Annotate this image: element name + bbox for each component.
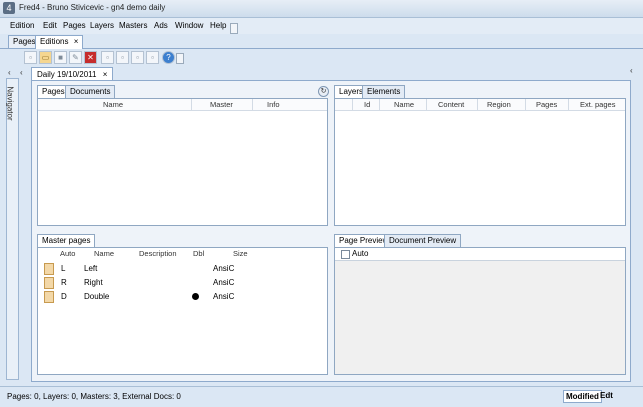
column-header[interactable]: Region xyxy=(487,100,511,109)
size-cell: AnsiC xyxy=(213,278,235,287)
master-pages-header: Auto Name Description Dbl Size xyxy=(38,248,327,259)
column-header[interactable]: Content xyxy=(438,100,464,109)
auto-cell: D xyxy=(61,292,67,301)
menu-bar: Edition Edit Pages Layers Masters Ads Wi… xyxy=(0,18,643,34)
copy-icon[interactable]: ▫ xyxy=(101,51,114,64)
column-header[interactable]: Dbl xyxy=(193,249,204,258)
edition-tab-label: Daily 19/10/2011 xyxy=(37,70,97,79)
layers-grid[interactable]: Id Name Content Region Pages Ext. pages xyxy=(334,98,626,226)
column-header[interactable]: Description xyxy=(139,249,177,258)
column-header[interactable]: Size xyxy=(233,249,248,258)
column-header[interactable]: Info xyxy=(267,100,280,109)
menu-grip-icon[interactable] xyxy=(230,23,238,34)
tab-document-preview[interactable]: Document Preview xyxy=(384,234,462,247)
master-page-icon xyxy=(44,277,54,289)
master-pages-grid[interactable]: Auto Name Description Dbl Size L Left An… xyxy=(37,247,328,375)
refresh-icon[interactable]: ↻ xyxy=(318,86,329,97)
chevron-left-icon[interactable]: ‹ xyxy=(20,68,23,77)
tab-documents[interactable]: Documents xyxy=(65,85,116,98)
menu-ads[interactable]: Ads xyxy=(154,21,168,30)
status-bar: Pages: 0, Layers: 0, Masters: 3, Externa… xyxy=(0,386,643,407)
column-header[interactable]: Id xyxy=(364,100,370,109)
tab-edition-daily[interactable]: Daily 19/10/2011 × xyxy=(31,67,114,81)
name-cell: Left xyxy=(84,264,98,273)
double-page-indicator-icon xyxy=(192,293,199,300)
column-header[interactable]: Name xyxy=(103,100,123,109)
new-page-icon[interactable]: ▫ xyxy=(24,51,37,64)
auto-cell: L xyxy=(61,264,66,273)
menu-help[interactable]: Help xyxy=(210,21,226,30)
paste-icon[interactable]: ▫ xyxy=(146,51,159,64)
layers-grid-header: Id Name Content Region Pages Ext. pages xyxy=(335,99,625,111)
toolbar: ▫ ▭ ■ ✎ ✕ ▫ ▫ ▫ ▫ ? xyxy=(0,49,643,66)
menu-masters[interactable]: Masters xyxy=(119,21,147,30)
save-icon[interactable]: ■ xyxy=(54,51,67,64)
column-header[interactable]: Master xyxy=(210,100,233,109)
pages-grid[interactable]: Name Master Info xyxy=(37,98,328,226)
app-window: 4 Fred4 - Bruno Stivicevic - gn4 demo da… xyxy=(0,0,643,407)
master-page-icon xyxy=(44,263,54,275)
chevron-left-icon[interactable]: ‹ xyxy=(8,68,11,77)
tab-label: Documents xyxy=(70,87,111,96)
document-tabs: Pages Editions × xyxy=(0,34,643,49)
preview-options-bar: Auto xyxy=(335,248,625,261)
status-text: Pages: 0, Layers: 0, Masters: 3, Externa… xyxy=(7,392,181,401)
menu-edition[interactable]: Edition xyxy=(10,21,34,30)
tab-label: Layers xyxy=(339,87,364,96)
tab-editions-label: Editions xyxy=(40,37,69,46)
master-page-icon xyxy=(44,291,54,303)
navigator-label: Navigator xyxy=(5,86,15,121)
tab-label: Master pages xyxy=(42,236,91,245)
pages-grid-header: Name Master Info xyxy=(38,99,327,111)
name-cell: Double xyxy=(84,292,110,301)
edition-content: Pages Documents ↻ Name Master Info Layer… xyxy=(31,80,631,382)
navigator-tab[interactable]: Navigator xyxy=(6,78,19,380)
column-header[interactable]: Ext. pages xyxy=(580,100,615,109)
name-cell: Right xyxy=(84,278,103,287)
auto-label: Auto xyxy=(352,249,369,258)
tab-elements[interactable]: Elements xyxy=(362,85,406,98)
tab-master-pages[interactable]: Master pages xyxy=(37,234,96,247)
tab-label: Elements xyxy=(367,87,401,96)
column-header[interactable]: Name xyxy=(394,100,414,109)
help-icon[interactable]: ? xyxy=(162,51,175,64)
menu-pages[interactable]: Pages xyxy=(63,21,86,30)
page-add-icon[interactable]: ▫ xyxy=(116,51,129,64)
tab-label: Page Preview xyxy=(339,236,389,245)
edit-mode-indicator: Edt xyxy=(600,391,613,400)
size-cell: AnsiC xyxy=(213,292,235,301)
tab-editions[interactable]: Editions × xyxy=(35,35,84,49)
title-bar: 4 Fred4 - Bruno Stivicevic - gn4 demo da… xyxy=(0,0,643,18)
column-header[interactable]: Auto xyxy=(60,249,75,258)
tab-label: Document Preview xyxy=(389,236,457,245)
menu-layers[interactable]: Layers xyxy=(90,21,114,30)
app-icon: 4 xyxy=(3,2,15,14)
modified-badge: Modified xyxy=(563,390,602,403)
menu-window[interactable]: Window xyxy=(175,21,203,30)
preview-area: Auto xyxy=(334,247,626,375)
menu-edit[interactable]: Edit xyxy=(43,21,57,30)
auto-cell: R xyxy=(61,278,67,287)
chevron-left-icon[interactable]: ‹ xyxy=(630,66,633,75)
column-header[interactable]: Name xyxy=(94,249,114,258)
duplicate-icon[interactable]: ▫ xyxy=(131,51,144,64)
close-icon[interactable]: × xyxy=(74,37,79,46)
column-header[interactable]: Pages xyxy=(536,100,557,109)
auto-checkbox[interactable] xyxy=(341,250,350,259)
delete-icon[interactable]: ✕ xyxy=(84,51,97,64)
window-title: Fred4 - Bruno Stivicevic - gn4 demo dail… xyxy=(19,3,166,12)
tab-pages-label: Pages xyxy=(13,37,36,46)
edit-icon[interactable]: ✎ xyxy=(69,51,82,64)
size-cell: AnsiC xyxy=(213,264,235,273)
open-folder-icon[interactable]: ▭ xyxy=(39,51,52,64)
close-icon[interactable]: × xyxy=(103,70,108,79)
toolbar-grip-icon[interactable] xyxy=(176,53,184,64)
tab-label: Pages xyxy=(42,87,65,96)
